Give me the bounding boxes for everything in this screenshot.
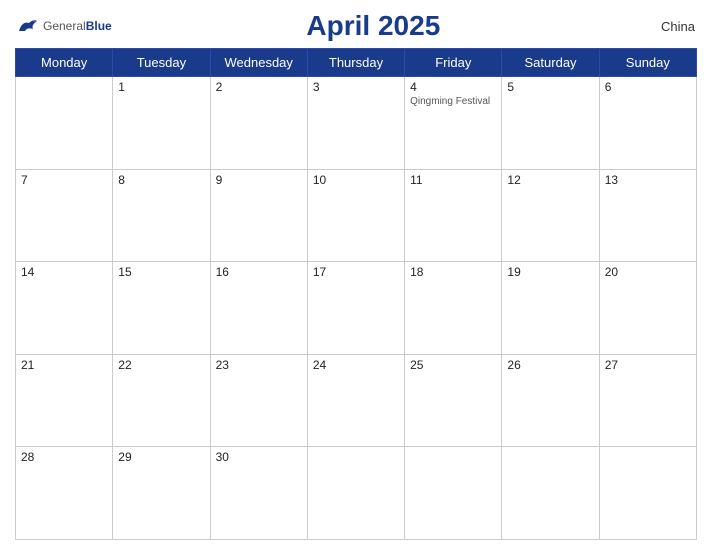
day-number: 20 bbox=[605, 265, 691, 279]
calendar-cell: 22 bbox=[113, 354, 210, 447]
calendar-week-row: 14 15 16 17 18 19 20 bbox=[16, 262, 697, 355]
calendar-cell: 15 bbox=[113, 262, 210, 355]
calendar-cell: 13 bbox=[599, 169, 696, 262]
calendar-cell: 4 Qingming Festival bbox=[405, 77, 502, 170]
calendar-cell bbox=[405, 447, 502, 540]
day-number: 16 bbox=[216, 265, 302, 279]
calendar-cell: 20 bbox=[599, 262, 696, 355]
day-number: 13 bbox=[605, 173, 691, 187]
calendar-cell: 16 bbox=[210, 262, 307, 355]
day-number: 3 bbox=[313, 80, 399, 94]
calendar-cell: 24 bbox=[307, 354, 404, 447]
day-number: 5 bbox=[507, 80, 593, 94]
day-number: 9 bbox=[216, 173, 302, 187]
calendar-week-row: 789 10 11 12 13 bbox=[16, 169, 697, 262]
day-number: 12 bbox=[507, 173, 593, 187]
calendar-cell: 8 bbox=[113, 169, 210, 262]
calendar-cell bbox=[502, 447, 599, 540]
calendar-cell: 28 bbox=[16, 447, 113, 540]
day-number: 27 bbox=[605, 358, 691, 372]
calendar-cell: 11 bbox=[405, 169, 502, 262]
day-number: 6 bbox=[605, 80, 691, 94]
day-number: 1 bbox=[118, 80, 204, 94]
calendar-cell: 12 bbox=[502, 169, 599, 262]
calendar-cell: 26 bbox=[502, 354, 599, 447]
logo: GeneralBlue bbox=[17, 17, 112, 35]
event-label: Qingming Festival bbox=[410, 96, 496, 107]
day-number: 8 bbox=[118, 173, 204, 187]
calendar-cell bbox=[599, 447, 696, 540]
calendar-cell: 17 bbox=[307, 262, 404, 355]
day-number: 24 bbox=[313, 358, 399, 372]
day-number: 23 bbox=[216, 358, 302, 372]
calendar-cell: 1 bbox=[113, 77, 210, 170]
weekday-header-friday: Friday bbox=[405, 49, 502, 77]
calendar-cell: 27 bbox=[599, 354, 696, 447]
day-number: 11 bbox=[410, 173, 496, 187]
calendar-cell: 30 bbox=[210, 447, 307, 540]
calendar-cell: 7 bbox=[16, 169, 113, 262]
calendar-cell: 5 bbox=[502, 77, 599, 170]
logo-general-text: GeneralBlue bbox=[43, 17, 112, 35]
day-number: 17 bbox=[313, 265, 399, 279]
day-number: 18 bbox=[410, 265, 496, 279]
calendar-cell: 23 bbox=[210, 354, 307, 447]
day-number: 25 bbox=[410, 358, 496, 372]
month-title: April 2025 bbox=[112, 10, 635, 42]
calendar-cell: 3 bbox=[307, 77, 404, 170]
country-label: China bbox=[635, 19, 695, 34]
calendar-cell: 14 bbox=[16, 262, 113, 355]
calendar-cell bbox=[307, 447, 404, 540]
day-number: 29 bbox=[118, 450, 204, 464]
day-number: 26 bbox=[507, 358, 593, 372]
calendar-cell: 6 bbox=[599, 77, 696, 170]
calendar-cell: 9 bbox=[210, 169, 307, 262]
day-number: 4 bbox=[410, 80, 496, 94]
day-number: 7 bbox=[21, 173, 107, 187]
day-number: 30 bbox=[216, 450, 302, 464]
calendar-header: GeneralBlue April 2025 China bbox=[15, 10, 697, 42]
calendar-week-row: 28 29 30 bbox=[16, 447, 697, 540]
calendar-week-row: 1234 Qingming Festival 56 bbox=[16, 77, 697, 170]
calendar-cell: 18 bbox=[405, 262, 502, 355]
calendar-cell: 19 bbox=[502, 262, 599, 355]
day-number: 21 bbox=[21, 358, 107, 372]
day-number: 15 bbox=[118, 265, 204, 279]
weekday-header-monday: Monday bbox=[16, 49, 113, 77]
calendar-cell: 10 bbox=[307, 169, 404, 262]
weekday-header-row: MondayTuesdayWednesdayThursdayFridaySatu… bbox=[16, 49, 697, 77]
weekday-header-wednesday: Wednesday bbox=[210, 49, 307, 77]
day-number: 28 bbox=[21, 450, 107, 464]
day-number: 2 bbox=[216, 80, 302, 94]
day-number: 19 bbox=[507, 265, 593, 279]
day-number: 14 bbox=[21, 265, 107, 279]
calendar-cell: 29 bbox=[113, 447, 210, 540]
calendar-week-row: 21 22 23 24 25 26 27 bbox=[16, 354, 697, 447]
day-number: 22 bbox=[118, 358, 204, 372]
calendar-table: MondayTuesdayWednesdayThursdayFridaySatu… bbox=[15, 48, 697, 540]
weekday-header-sunday: Sunday bbox=[599, 49, 696, 77]
day-number: 10 bbox=[313, 173, 399, 187]
weekday-header-saturday: Saturday bbox=[502, 49, 599, 77]
calendar-cell: 2 bbox=[210, 77, 307, 170]
calendar-cell: 25 bbox=[405, 354, 502, 447]
weekday-header-tuesday: Tuesday bbox=[113, 49, 210, 77]
calendar-cell: 21 bbox=[16, 354, 113, 447]
calendar-cell bbox=[16, 77, 113, 170]
weekday-header-thursday: Thursday bbox=[307, 49, 404, 77]
logo-bird-icon bbox=[17, 17, 39, 35]
